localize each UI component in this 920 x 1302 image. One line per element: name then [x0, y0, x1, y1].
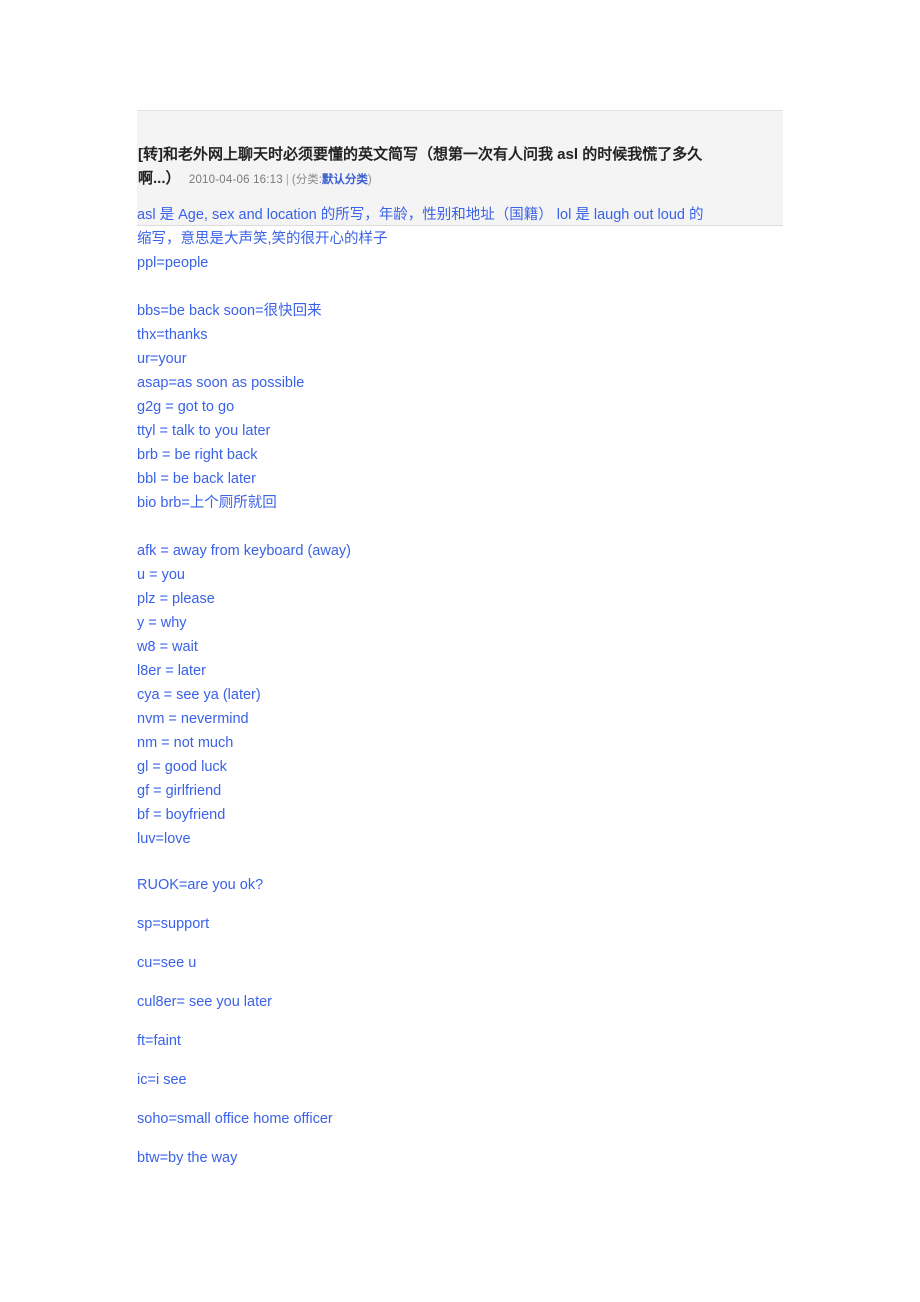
body-line: cul8er= see you later	[137, 994, 273, 1010]
body-line: soho=small office home officer	[137, 1111, 333, 1127]
body-line: brb = be right back	[137, 447, 258, 463]
page-title: [转]和老外网上聊天时必须要懂的英文简写（想第一次有人问我 asl 的时候我慌了…	[137, 122, 783, 212]
body-line: bio brb=上个厕所就回	[137, 495, 277, 511]
body-line: 缩写，意思是大声笑,笑的很开心的样子	[137, 231, 388, 247]
post-title-line-1: [转]和老外网上聊天时必须要懂的英文简写（想第一次有人问我 asl 的时候我慌了…	[137, 143, 783, 167]
body-line: sp=support	[137, 916, 210, 932]
body-line: bf = boyfriend	[137, 807, 226, 823]
body-line: asl 是 Age, sex and location 的所写，年龄，性别和地址…	[137, 207, 704, 223]
post-title-line-2: 啊...） 2010-04-06 16:13 | (分类:默认分类)	[137, 167, 783, 192]
body-line: ttyl = talk to you later	[137, 423, 271, 439]
body-line: g2g = got to go	[137, 399, 235, 415]
paragraph-abbrev-block-1: bbs=be back soon=很快回来 thx=thanks ur=your…	[137, 299, 787, 515]
paragraph-intro: asl 是 Age, sex and location 的所写，年龄，性别和地址…	[137, 203, 787, 275]
body-line: asap=as soon as possible	[137, 375, 305, 391]
post-category-prefix: (分类:	[291, 174, 322, 186]
post-title-text-part-3: 啊...）	[138, 170, 181, 187]
body-line: u = you	[137, 567, 185, 583]
body-line: w8 = wait	[137, 639, 198, 655]
post-title-highlight-asl: asl	[557, 146, 579, 163]
body-line: btw=by the way	[137, 1150, 238, 1166]
body-line: afk = away from keyboard (away)	[137, 543, 351, 559]
body-line: ur=your	[137, 351, 187, 367]
body-line: luv=love	[137, 831, 191, 847]
post-date: 2010-04-06 16:13	[188, 174, 283, 186]
post-category-suffix: )	[367, 174, 372, 186]
paragraph-abbrev-block-3: RUOK=are you ok? sp=support cu=see u cul…	[137, 866, 787, 1178]
body-line: cya = see ya (later)	[137, 687, 261, 703]
body-line: gl = good luck	[137, 759, 227, 775]
body-line: nvm = nevermind	[137, 711, 249, 727]
body-line: nm = not much	[137, 735, 234, 751]
post-title-text-part-2: 的时候我慌了多久	[578, 146, 703, 163]
post-body: asl 是 Age, sex and location 的所写，年龄，性别和地址…	[137, 203, 787, 1178]
body-line: bbl = be back later	[137, 471, 256, 487]
body-line: cu=see u	[137, 955, 197, 971]
post-meta: 2010-04-06 16:13 | (分类:默认分类)	[181, 170, 372, 187]
body-line: bbs=be back soon=很快回来	[137, 303, 322, 319]
body-line: y = why	[137, 615, 187, 631]
post-title-text-part-1: [转]和老外网上聊天时必须要懂的英文简写（想第一次有人问我	[138, 146, 558, 163]
body-line: ppl=people	[137, 255, 209, 271]
body-line: ft=faint	[137, 1033, 181, 1049]
body-line: ic=i see	[137, 1072, 187, 1088]
body-line: thx=thanks	[137, 327, 208, 343]
body-line: gf = girlfriend	[137, 783, 222, 799]
body-line: RUOK=are you ok?	[137, 877, 264, 893]
body-line: plz = please	[137, 591, 215, 607]
category-link[interactable]: 默认分类	[322, 174, 368, 186]
paragraph-abbrev-block-2: afk = away from keyboard (away) u = you …	[137, 539, 787, 851]
meta-separator: |	[285, 174, 289, 186]
body-line: l8er = later	[137, 663, 206, 679]
